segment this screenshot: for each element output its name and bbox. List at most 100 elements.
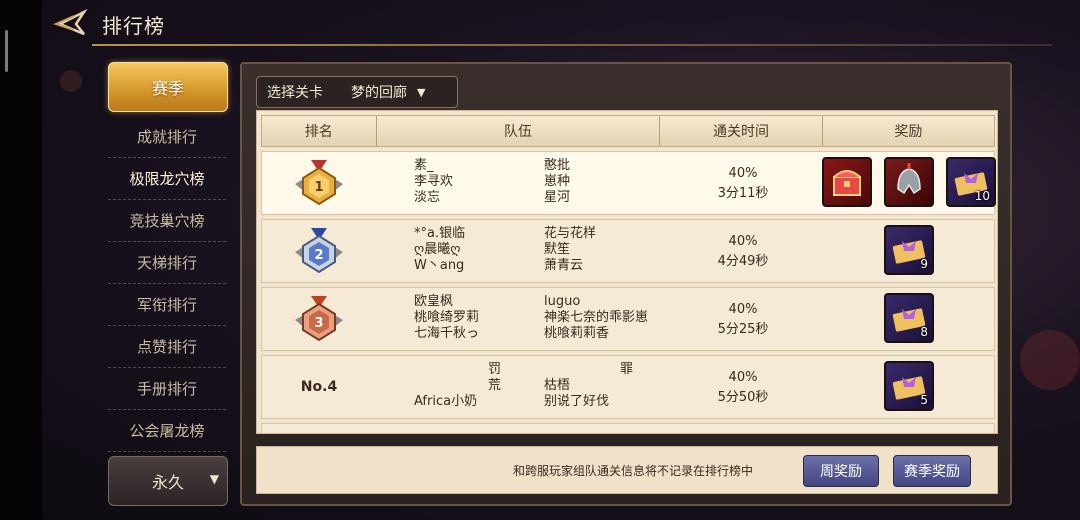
sidebar-item-handbook[interactable]: 手册排行 [108, 368, 226, 410]
gold-medal-icon: 1 [295, 160, 343, 206]
player-name: 憨批 [544, 158, 571, 173]
silver-medal-icon: 2 [295, 228, 343, 274]
clear-time-cell: 40% 4分49秒 [662, 232, 824, 272]
column-header-team: 队伍 [377, 116, 661, 146]
player-name: 荒 [488, 378, 502, 393]
team-col-a: *°a.银临 ღ晨曦ღ W丶ang [414, 226, 542, 274]
progress-percent: 40% [728, 234, 758, 249]
sidebar-item-likes[interactable]: 点赞排行 [108, 326, 226, 368]
rank-number: 3 [314, 316, 323, 331]
ticket-icon[interactable]: 9 [884, 225, 934, 275]
background-bokeh [60, 70, 82, 92]
screen-notch [5, 30, 8, 72]
period-dropdown[interactable]: 永久 ▼ [108, 456, 228, 506]
player-name: 神楽七奈的乖影崽 [544, 310, 649, 325]
team-col-b: 憨批 崽种 星河 [544, 158, 672, 206]
player-name: 素_ [414, 158, 434, 173]
player-name: *°a.银临 [414, 226, 466, 241]
leaderboard-panel: 选择关卡 梦的回廊 ▼ 排名 队伍 通关时间 奖励 1 素_ 李寻欢 淡忘 憨批… [240, 62, 1012, 506]
progress-percent: 40% [728, 370, 758, 385]
table-row[interactable]: 1 素_ 李寻欢 淡忘 憨批 崽种 星河 40% 3分11秒 10 [261, 151, 996, 215]
rank-cell: No.4 [262, 356, 376, 418]
player-name: luguo [544, 294, 581, 309]
season-reward-button[interactable]: 赛季奖励 [893, 455, 971, 487]
team-col-a: 素_ 李寻欢 淡忘 [414, 158, 542, 206]
ticket-icon[interactable]: 5 [884, 361, 934, 411]
reward-cell: 9 [822, 225, 994, 277]
reward-count: 8 [920, 325, 928, 339]
clear-time-cell: 40% 5分25秒 [662, 300, 824, 340]
sidebar-item-arena-lair[interactable]: 竞技巢穴榜 [108, 200, 226, 242]
reward-cell: 5 [822, 361, 994, 413]
stage-select-label: 选择关卡 [267, 85, 323, 101]
player-name: ღ晨曦ღ [414, 242, 461, 257]
player-name: 星河 [544, 190, 571, 205]
player-name: W丶ang [414, 258, 465, 273]
clear-time: 5分25秒 [717, 322, 769, 337]
ticket-icon[interactable]: 10 [946, 157, 996, 207]
team-col-a: 罚 荒 Africa小奶 [414, 362, 542, 410]
header: 排行榜 [42, 0, 1080, 46]
player-name: 花与花样 [544, 226, 597, 241]
player-name: 罚 [488, 362, 502, 377]
clear-time-cell: 40% 3分11秒 [662, 164, 824, 204]
bronze-medal-icon: 3 [295, 296, 343, 342]
reward-count: 10 [974, 189, 990, 203]
column-header-rank: 排名 [262, 116, 377, 146]
header-divider [92, 44, 1052, 46]
team-col-b: luguo 神楽七奈的乖影崽 桃喰莉莉香 [544, 294, 672, 342]
table-row[interactable]: No.4 罚 荒 Africa小奶 罪 枯梧 别说了好伐 40% 5分50秒 5 [261, 355, 995, 419]
ticket-icon[interactable]: 8 [884, 293, 934, 343]
reward-count: 5 [920, 393, 928, 407]
stage-select-dropdown[interactable]: 选择关卡 梦的回廊 ▼ [256, 76, 458, 108]
rank-number: 1 [314, 180, 323, 195]
team-cell: 欧皇枫 桃喰绮罗莉 七海千秋っ luguo 神楽七奈的乖影崽 桃喰莉莉香 [414, 294, 674, 344]
team-cell: 素_ 李寻欢 淡忘 憨批 崽种 星河 [414, 158, 674, 208]
sidebar-item-rank[interactable]: 军衔排行 [108, 284, 226, 326]
back-button[interactable] [52, 8, 88, 38]
table-row-partial [261, 423, 995, 433]
sidebar-item-achievement[interactable]: 成就排行 [108, 116, 226, 158]
helmet-icon[interactable] [884, 157, 934, 207]
stage-select-value: 梦的回廊 [351, 85, 407, 101]
sidebar-item-extreme-dragon-lair[interactable]: 极限龙穴榜 [108, 158, 226, 200]
treasure-chest-art [833, 170, 861, 196]
player-name: 萧青云 [544, 258, 584, 273]
progress-percent: 40% [728, 302, 758, 317]
weekly-reward-button[interactable]: 周奖励 [803, 455, 879, 487]
sidebar-item-guild-dragon[interactable]: 公会屠龙榜 [108, 410, 226, 452]
player-name: 欧皇枫 [414, 294, 454, 309]
clear-time: 5分50秒 [717, 390, 769, 405]
player-name: Africa小奶 [414, 394, 478, 409]
team-col-b: 花与花样 默笙 萧青云 [544, 226, 672, 274]
table-row[interactable]: 2 *°a.银临 ღ晨曦ღ W丶ang 花与花样 默笙 萧青云 40% 4分49… [261, 219, 995, 283]
helmet-art [897, 163, 921, 195]
team-col-a: 欧皇枫 桃喰绮罗莉 七海千秋っ [414, 294, 542, 342]
left-screen-edge [0, 0, 42, 520]
footer-bar: 和跨服玩家组队通关信息将不记录在排行榜中 周奖励 赛季奖励 [256, 446, 998, 494]
player-name: 别说了好伐 [544, 394, 610, 409]
sidebar-item-ladder[interactable]: 天梯排行 [108, 242, 226, 284]
rank-cell: 2 [262, 220, 376, 282]
clear-time: 3分11秒 [717, 186, 769, 201]
player-name: 李寻欢 [414, 174, 454, 189]
table-row[interactable]: 3 欧皇枫 桃喰绮罗莉 七海千秋っ luguo 神楽七奈的乖影崽 桃喰莉莉香 4… [261, 287, 995, 351]
clear-time: 4分49秒 [717, 254, 769, 269]
page-title: 排行榜 [102, 14, 165, 38]
player-name: 桃喰莉莉香 [544, 326, 610, 341]
progress-percent: 40% [728, 166, 758, 181]
footer-note: 和跨服玩家组队通关信息将不记录在排行榜中 [513, 464, 754, 478]
chevron-down-icon: ▼ [209, 472, 219, 486]
rank-cell: 3 [262, 288, 376, 350]
team-cell: *°a.银临 ღ晨曦ღ W丶ang 花与花样 默笙 萧青云 [414, 226, 674, 276]
chevron-down-icon: ▼ [417, 85, 426, 99]
player-name: 崽种 [544, 174, 571, 189]
sidebar-item-season[interactable]: 赛季 [108, 62, 228, 112]
leaderboard-table[interactable]: 排名 队伍 通关时间 奖励 1 素_ 李寻欢 淡忘 憨批 崽种 星河 40% 3… [256, 110, 998, 434]
column-header-time: 通关时间 [660, 116, 823, 146]
rank-text: No.4 [300, 379, 338, 395]
player-name: 默笙 [544, 242, 571, 257]
clear-time-cell: 40% 5分50秒 [662, 368, 824, 408]
treasure-chest-icon[interactable] [822, 157, 872, 207]
player-name: 罪 [620, 362, 634, 377]
